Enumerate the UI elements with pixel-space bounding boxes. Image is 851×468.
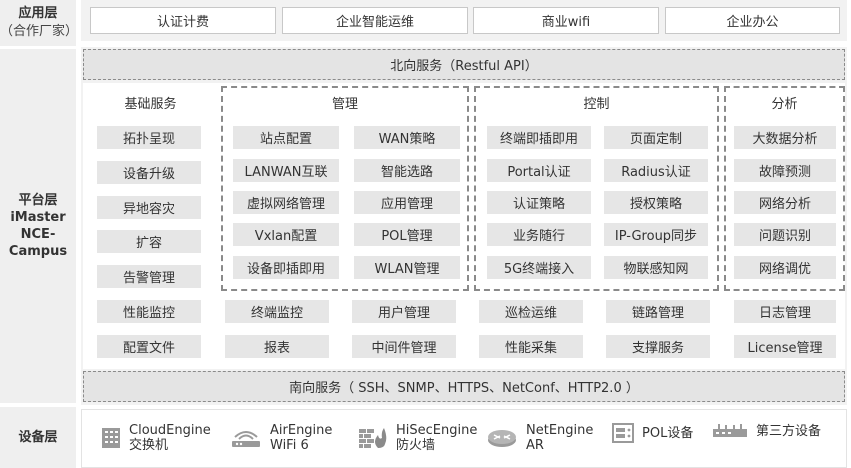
chip-topology: 拓扑呈现: [97, 126, 201, 149]
chip-inspection-ops: 巡检运维: [479, 300, 583, 323]
chip-pol-management: POL管理: [354, 223, 460, 246]
platform-layer-title-2: iMaster: [10, 210, 66, 225]
chip-disaster-recovery: 异地容灾: [97, 196, 201, 219]
pol-device-icon: [612, 423, 634, 443]
switch-icon: [101, 427, 121, 449]
platform-layer-title-3: NCE-: [20, 227, 56, 242]
chip-5g-access: 5G终端接入: [487, 256, 591, 279]
chip-virtual-network: 虚拟网络管理: [233, 191, 339, 214]
chip-smart-routing: 智能选路: [354, 159, 460, 182]
device-cloudengine: CloudEngine 交换机: [101, 423, 211, 453]
device-label: 第三方设备: [756, 423, 822, 439]
basic-services-title: 基础服务: [124, 97, 177, 112]
chip-report: 报表: [225, 335, 329, 358]
chip-site-config: 站点配置: [233, 126, 339, 149]
chip-page-custom: 页面定制: [604, 126, 708, 149]
device-label: POL设备: [642, 425, 694, 441]
platform-layer-label: 平台层 iMaster NCE- Campus: [0, 49, 76, 403]
device-label: AirEngine WiFi 6: [270, 423, 333, 453]
chip-link-management: 链路管理: [606, 300, 710, 323]
chip-device-upgrade: 设备升级: [97, 161, 201, 184]
chip-radius-auth: Radius认证: [604, 159, 708, 182]
device-hisecengine: HiSecEngine 防火墙: [358, 423, 477, 453]
northbound-service-bar: 北向服务（Restful API）: [83, 49, 845, 80]
chip-auth-policy: 认证策略: [487, 191, 591, 214]
chip-user-management: 用户管理: [352, 300, 456, 323]
app-layer-label: 应用层 （合作厂家）: [0, 0, 79, 46]
chip-vxlan: Vxlan配置: [233, 223, 339, 246]
device-label: NetEngine AR: [526, 423, 594, 453]
chip-big-data: 大数据分析: [734, 126, 836, 149]
chip-fault-prediction: 故障预测: [734, 159, 836, 182]
app-layer-subtitle: （合作厂家）: [0, 23, 79, 39]
chip-network-analysis: 网络分析: [734, 191, 836, 214]
chip-support-service: 支撑服务: [606, 335, 710, 358]
device-layer-label: 设备层: [0, 407, 76, 468]
device-airengine: AirEngine WiFi 6: [230, 423, 332, 453]
chip-app-management: 应用管理: [354, 191, 460, 214]
southbound-service-bar: 南向服务（ SSH、SNMP、HTTPS、NetConf、HTTP2.0 ）: [83, 371, 845, 402]
chip-license-management: License管理: [734, 335, 836, 358]
app-item-billing: 认证计费: [90, 7, 276, 34]
chip-device-plug-play: 设备即插即用: [233, 256, 339, 279]
chip-ip-group-sync: IP-Group同步: [604, 223, 708, 246]
chip-iot-sensing: 物联感知网: [604, 256, 708, 279]
chip-middleware: 中间件管理: [352, 335, 456, 358]
app-item-smart-ops: 企业智能运维: [282, 7, 468, 34]
device-label: CloudEngine 交换机: [129, 423, 211, 453]
chip-authz-policy: 授权策略: [604, 191, 708, 214]
firewall-icon: [358, 426, 388, 450]
device-third-party: 第三方设备: [712, 423, 821, 439]
device-layer-title: 设备层: [18, 430, 58, 445]
chip-issue-identify: 问题识别: [734, 223, 836, 246]
chip-wan-policy: WAN策略: [354, 126, 460, 149]
platform-layer-title-4: Campus: [8, 244, 68, 259]
chip-config-file: 配置文件: [97, 335, 201, 358]
device-netengine: NetEngine AR: [486, 423, 593, 453]
analysis-title: 分析: [771, 97, 798, 112]
app-layer-panel: 认证计费 企业智能运维 商业wifi 企业办公: [81, 0, 847, 41]
chip-perf-monitor: 性能监控: [97, 300, 201, 323]
device-pol: POL设备: [612, 423, 693, 443]
chip-alarm-management: 告警管理: [97, 265, 201, 288]
device-label: HiSecEngine 防火墙: [396, 423, 478, 453]
chip-wlan-management: WLAN管理: [354, 256, 460, 279]
wifi-ap-icon: [230, 428, 262, 448]
management-title: 管理: [331, 97, 358, 112]
chip-portal-auth: Portal认证: [487, 159, 591, 182]
app-item-business-wifi: 商业wifi: [473, 7, 659, 34]
chip-service-follow: 业务随行: [487, 223, 591, 246]
chip-scale-out: 扩容: [97, 230, 201, 253]
app-item-office: 企业办公: [665, 7, 840, 34]
control-title: 控制: [583, 97, 610, 112]
chip-log-management: 日志管理: [734, 300, 836, 323]
router-icon: [486, 427, 518, 449]
chip-lanwan: LANWAN互联: [233, 159, 339, 182]
chip-network-tuning: 网络调优: [734, 256, 836, 279]
third-party-device-icon: [712, 423, 748, 439]
platform-layer-title-1: 平台层: [18, 193, 58, 208]
app-layer-title: 应用层: [18, 5, 58, 21]
chip-perf-collect: 性能采集: [479, 335, 583, 358]
chip-terminal-plug-play: 终端即插即用: [487, 126, 591, 149]
chip-terminal-monitor: 终端监控: [225, 300, 329, 323]
